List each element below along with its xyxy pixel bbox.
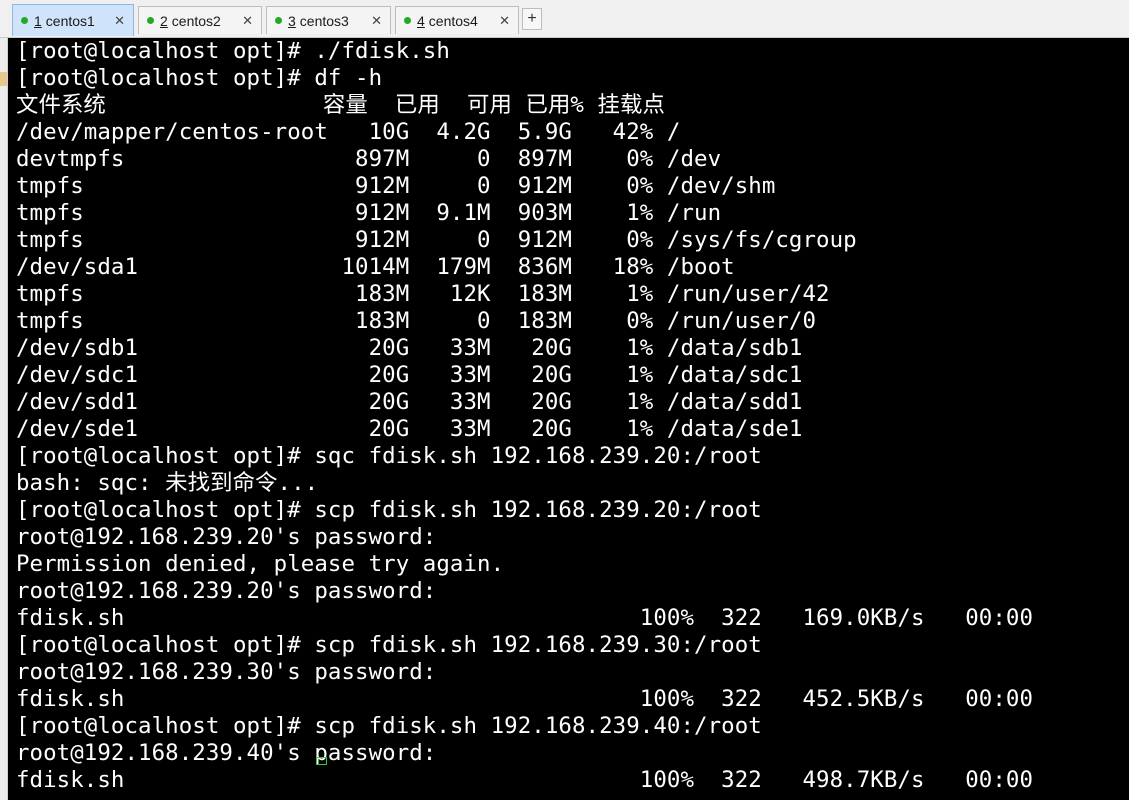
tab-label: centos2 xyxy=(171,12,221,29)
connection-status-icon xyxy=(147,17,154,24)
close-icon[interactable]: ✕ xyxy=(499,14,510,27)
terminal-line: /dev/sde1 20G 33M 20G 1% /data/sde1 xyxy=(16,416,803,442)
terminal-line: /dev/mapper/centos-root 10G 4.2G 5.9G 42… xyxy=(16,119,681,145)
terminal-line: [root@localhost opt]# df -h xyxy=(16,65,383,91)
tab-bar: 1 centos1 ✕ 2 centos2 ✕ 3 centos3 ✕ 4 ce… xyxy=(0,0,1129,38)
tab-number: 4 xyxy=(417,12,425,29)
tab-label: centos4 xyxy=(428,12,478,29)
left-panel-edge xyxy=(0,38,8,800)
terminal-line: 文件系统 容量 已用 可用 已用% 挂载点 xyxy=(16,92,665,118)
terminal-line: root@192.168.239.20's password: xyxy=(16,578,437,604)
terminal-line: root@192.168.239.30's password: xyxy=(16,659,437,685)
terminal-line: /dev/sda1 1014M 179M 836M 18% /boot xyxy=(16,254,735,280)
tab-centos2[interactable]: 2 centos2 ✕ xyxy=(138,6,262,34)
tab-number: 3 xyxy=(288,12,296,29)
add-tab-button[interactable]: + xyxy=(522,8,542,30)
tab-label: centos3 xyxy=(299,12,349,29)
terminal-line: [root@localhost opt]# ./fdisk.sh xyxy=(16,38,450,64)
terminal-line: fdisk.sh 100% 322 498.7KB/s 00:00 xyxy=(16,767,1034,793)
close-icon[interactable]: ✕ xyxy=(114,14,125,27)
terminal-line: [root@localhost opt]# scp fdisk.sh 192.1… xyxy=(16,497,762,523)
terminal-line: fdisk.sh 100% 322 169.0KB/s 00:00 xyxy=(16,605,1034,631)
terminal-line: /dev/sdb1 20G 33M 20G 1% /data/sdb1 xyxy=(16,335,803,361)
terminal-line: tmpfs 912M 0 912M 0% /sys/fs/cgroup xyxy=(16,227,857,253)
tab-number: 1 xyxy=(34,12,42,29)
terminal-line: bash: sqc: 未找到命令... xyxy=(16,470,319,496)
connection-status-icon xyxy=(275,17,282,24)
tab-centos3[interactable]: 3 centos3 ✕ xyxy=(266,6,391,34)
connection-status-icon xyxy=(404,17,411,24)
terminal-line: root@192.168.239.40's password: xyxy=(16,740,437,766)
connection-status-icon xyxy=(21,17,28,24)
terminal-line: /dev/sdd1 20G 33M 20G 1% /data/sdd1 xyxy=(16,389,803,415)
terminal-line: root@192.168.239.20's password: xyxy=(16,524,437,550)
terminal-line: [root@localhost opt]# scp fdisk.sh 192.1… xyxy=(16,632,762,658)
panel-marker-icon xyxy=(0,72,7,86)
terminal-cursor xyxy=(316,757,327,765)
terminal-line: tmpfs 912M 0 912M 0% /dev/shm xyxy=(16,173,776,199)
close-icon[interactable]: ✕ xyxy=(242,14,253,27)
terminal-line: tmpfs 912M 9.1M 903M 1% /run xyxy=(16,200,722,226)
tab-number: 2 xyxy=(160,12,168,29)
terminal-line: tmpfs 183M 0 183M 0% /run/user/0 xyxy=(16,308,817,334)
tab-centos4[interactable]: 4 centos4 ✕ xyxy=(395,6,519,34)
terminal-line: devtmpfs 897M 0 897M 0% /dev xyxy=(16,146,722,172)
terminal-line: [root@localhost opt]# scp fdisk.sh 192.1… xyxy=(16,713,762,739)
terminal-line: Permission denied, please try again. xyxy=(16,551,505,577)
terminal-line: [root@localhost opt]# sqc fdisk.sh 192.1… xyxy=(16,443,762,469)
tab-centos1[interactable]: 1 centos1 ✕ xyxy=(12,4,134,36)
terminal-output[interactable]: [root@localhost opt]# ./fdisk.sh [root@l… xyxy=(8,38,1129,800)
tab-label: centos1 xyxy=(45,12,95,29)
terminal-line: /dev/sdc1 20G 33M 20G 1% /data/sdc1 xyxy=(16,362,803,388)
terminal-line: fdisk.sh 100% 322 452.5KB/s 00:00 xyxy=(16,686,1034,712)
terminal-line: tmpfs 183M 12K 183M 1% /run/user/42 xyxy=(16,281,830,307)
close-icon[interactable]: ✕ xyxy=(371,14,382,27)
